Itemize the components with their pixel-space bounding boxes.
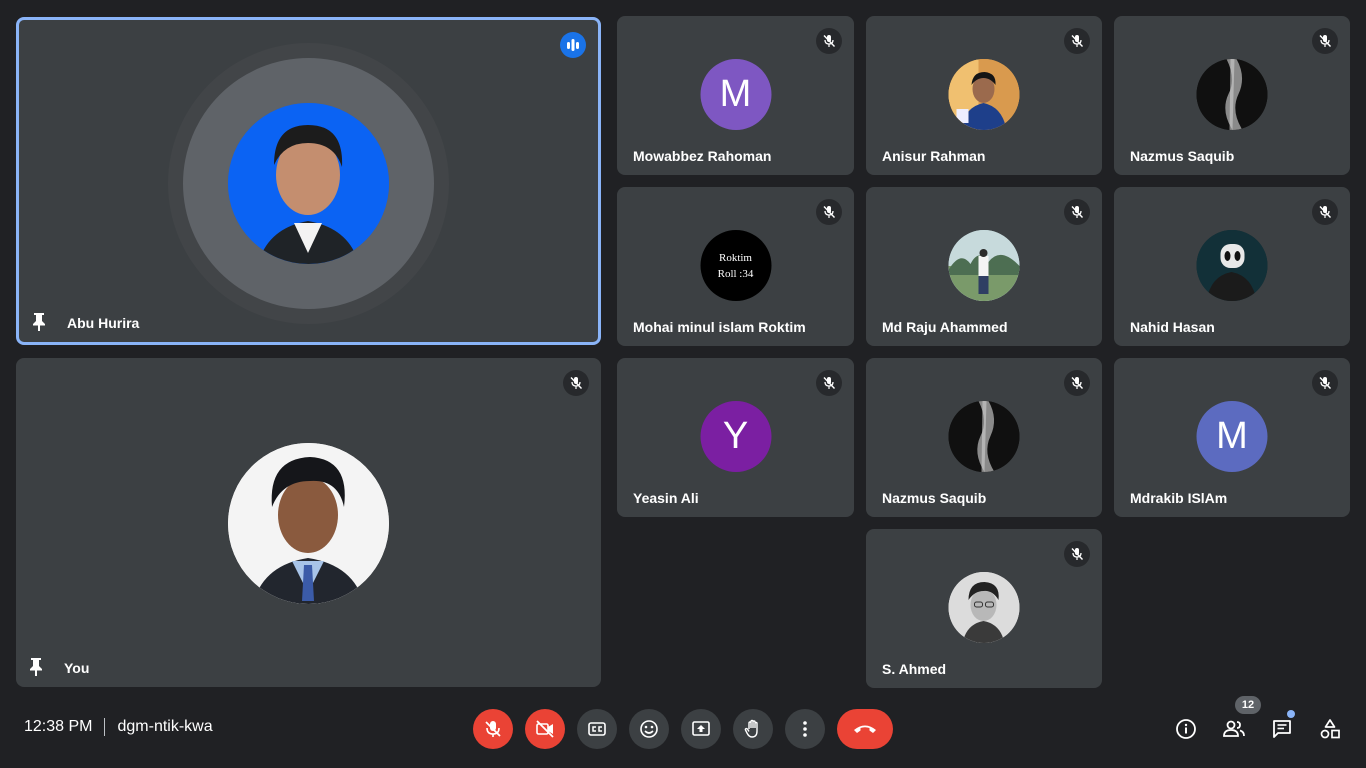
avatar-text-line: Roktim xyxy=(718,251,752,264)
mic-off-icon xyxy=(485,721,501,737)
avatar xyxy=(228,443,389,604)
participant-tile[interactable]: Roktim Roll :34 Mohai minul islam Roktim xyxy=(617,187,854,346)
mic-off-icon xyxy=(1319,377,1332,389)
current-time: 12:38 PM xyxy=(24,718,93,736)
chat-button[interactable] xyxy=(1266,713,1298,745)
emoji-reactions-button[interactable] xyxy=(629,709,669,749)
info-icon xyxy=(1176,719,1196,739)
pin-icon[interactable] xyxy=(31,312,47,332)
muted-indicator xyxy=(816,370,842,396)
participant-name: Abu Hurira xyxy=(67,315,140,331)
muted-indicator xyxy=(1312,28,1338,54)
activities-icon xyxy=(1320,719,1340,739)
chat-notification-dot xyxy=(1287,710,1295,718)
avatar: M xyxy=(700,59,771,130)
people-button[interactable] xyxy=(1218,713,1250,745)
participant-count-badge: 12 xyxy=(1235,696,1261,714)
emoji-icon xyxy=(640,720,658,738)
mic-off-icon xyxy=(1071,377,1084,389)
hand-icon xyxy=(744,719,758,738)
avatar xyxy=(948,230,1020,301)
meeting-code: dgm-ntik-kwa xyxy=(117,718,213,736)
participant-name: Mohai minul islam Roktim xyxy=(633,319,806,335)
activities-button[interactable] xyxy=(1314,713,1346,745)
participant-tile[interactable]: Nahid Hasan xyxy=(1114,187,1350,346)
mic-off-icon xyxy=(823,206,836,218)
mic-off-icon xyxy=(1319,35,1332,47)
people-icon xyxy=(1223,720,1245,737)
participant-name: You xyxy=(64,660,90,676)
participant-name: Nazmus Saquib xyxy=(882,490,987,506)
audio-level-icon xyxy=(567,39,579,51)
avatar: M xyxy=(1196,401,1268,472)
participant-tile[interactable]: M Mdrakib ISlAm xyxy=(1114,358,1350,517)
participant-tile[interactable]: Y Yeasin Ali xyxy=(617,358,854,517)
mic-off-icon xyxy=(1071,35,1084,47)
raise-hand-button[interactable] xyxy=(733,709,773,749)
muted-indicator xyxy=(1312,370,1338,396)
present-screen-button[interactable] xyxy=(681,709,721,749)
participant-tile[interactable]: Nazmus Saquib xyxy=(1114,16,1350,175)
chat-icon xyxy=(1273,720,1291,738)
mic-off-icon xyxy=(823,377,836,389)
avatar xyxy=(1196,59,1268,130)
muted-indicator xyxy=(563,370,589,396)
captions-button[interactable] xyxy=(577,709,617,749)
participant-tile[interactable]: M Mowabbez Rahoman xyxy=(617,16,854,175)
muted-indicator xyxy=(1064,541,1090,567)
participant-name: S. Ahmed xyxy=(882,661,947,677)
participant-name: Anisur Rahman xyxy=(882,148,986,164)
meeting-details-button[interactable] xyxy=(1170,713,1202,745)
pin-icon[interactable] xyxy=(28,657,44,677)
participant-name: Nahid Hasan xyxy=(1130,319,1215,335)
mic-off-icon xyxy=(823,35,836,47)
avatar: Y xyxy=(700,401,771,472)
participant-tile[interactable]: S. Ahmed xyxy=(866,529,1102,688)
avatar-text-line: Roll :34 xyxy=(717,267,754,280)
more-vert-icon xyxy=(803,721,807,737)
participant-tile[interactable]: Md Raju Ahammed xyxy=(866,187,1102,346)
mic-off-icon xyxy=(1071,206,1084,218)
participant-name: Mdrakib ISlAm xyxy=(1130,490,1228,506)
speaking-indicator xyxy=(560,32,586,58)
avatar xyxy=(948,401,1020,472)
muted-indicator xyxy=(1312,199,1338,225)
more-options-button[interactable] xyxy=(785,709,825,749)
camera-toggle-button[interactable] xyxy=(525,709,565,749)
call-end-icon xyxy=(854,725,876,733)
avatar xyxy=(948,59,1020,130)
meeting-details: 12:38 PM dgm-ntik-kwa xyxy=(24,718,213,736)
microphone-toggle-button[interactable] xyxy=(473,709,513,749)
muted-indicator xyxy=(816,199,842,225)
mic-off-icon xyxy=(1319,206,1332,218)
captions-icon xyxy=(588,722,606,736)
muted-indicator xyxy=(1064,28,1090,54)
muted-indicator xyxy=(816,28,842,54)
leave-call-button[interactable] xyxy=(837,709,893,749)
participant-tile-abu-hurira[interactable]: Abu Hurira xyxy=(16,17,601,345)
present-icon xyxy=(692,721,710,736)
participant-tile-you[interactable]: You xyxy=(16,358,601,687)
participant-name: Mowabbez Rahoman xyxy=(633,148,772,164)
divider xyxy=(104,718,106,736)
muted-indicator xyxy=(1064,370,1090,396)
avatar: Roktim Roll :34 xyxy=(700,230,771,301)
avatar xyxy=(948,572,1020,643)
muted-indicator xyxy=(1064,199,1090,225)
avatar xyxy=(1196,230,1268,301)
avatar xyxy=(228,103,389,264)
participant-name: Yeasin Ali xyxy=(633,490,699,506)
participant-name: Md Raju Ahammed xyxy=(882,319,1008,335)
mic-off-icon xyxy=(570,377,583,389)
participant-tile[interactable]: Nazmus Saquib xyxy=(866,358,1102,517)
camera-off-icon xyxy=(536,720,554,738)
meeting-controls-bar: 12:38 PM dgm-ntik-kwa 12 xyxy=(0,688,1366,768)
mic-off-icon xyxy=(1071,548,1084,560)
participant-tile[interactable]: Anisur Rahman xyxy=(866,16,1102,175)
participant-name: Nazmus Saquib xyxy=(1130,148,1235,164)
